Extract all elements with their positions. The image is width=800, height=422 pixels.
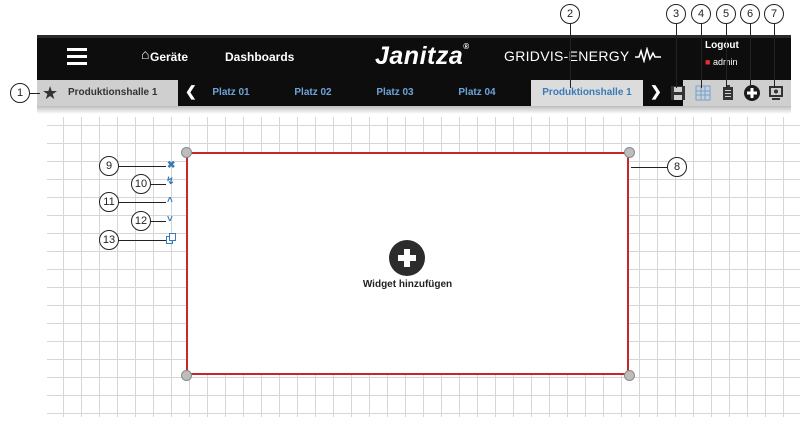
janitza-logo: Janitza® — [375, 42, 470, 70]
callout-8: 8 — [667, 157, 687, 177]
callout-4-leader — [701, 22, 702, 88]
nav-dashboards-link[interactable]: Dashboards — [225, 50, 294, 64]
tab-scroll-right-icon[interactable]: ❯ — [650, 83, 662, 100]
callout-2-leader — [570, 22, 571, 88]
clipboard-icon[interactable] — [720, 85, 736, 101]
callout-3-leader — [676, 22, 677, 88]
tab-platz-04[interactable]: Platz 04 — [452, 80, 502, 106]
callout-13: 13 — [99, 230, 119, 250]
callout-10-leader — [150, 184, 166, 185]
logout-link[interactable]: Logout — [705, 40, 739, 51]
callout-2: 2 — [560, 4, 580, 24]
tab-platz-03[interactable]: Platz 03 — [370, 80, 420, 106]
add-widget-icon[interactable] — [744, 85, 760, 101]
callout-13-leader — [118, 240, 166, 241]
callout-10: 10 — [131, 174, 151, 194]
energy-wave-icon — [635, 47, 661, 63]
tab-scroll-left-icon[interactable]: ❮ — [185, 83, 197, 100]
topbar-shade — [37, 35, 791, 38]
wrench-icon[interactable]: ↯ — [166, 176, 174, 187]
callout-5-leader — [726, 22, 727, 88]
callout-3: 3 — [666, 4, 686, 24]
callout-6: 6 — [740, 4, 760, 24]
user-icon: ■ — [705, 57, 711, 67]
dashboard-tab-bar: ★ Produktionshalle 1 ❮ Platz 01 Platz 02… — [37, 80, 791, 106]
product-name: GRIDVIS-ENERGY — [504, 48, 630, 64]
move-up-icon[interactable]: ˄ — [167, 195, 173, 206]
callout-7-leader — [774, 22, 775, 88]
resize-handle-bottom-right[interactable] — [624, 370, 635, 381]
callout-12: 12 — [131, 211, 151, 231]
resize-handle-bottom-left[interactable] — [181, 370, 192, 381]
current-user: ■ admin — [705, 57, 737, 67]
callout-4: 4 — [691, 4, 711, 24]
callout-9: 9 — [99, 156, 119, 176]
tabbar-shadow — [37, 106, 791, 114]
grid-icon[interactable] — [695, 85, 711, 101]
tab-produktionshalle-1[interactable]: Produktionshalle 1 — [531, 80, 643, 106]
callout-6-leader — [750, 22, 751, 88]
callout-11: 11 — [99, 192, 119, 212]
tab-platz-02[interactable]: Platz 02 — [288, 80, 338, 106]
save-icon[interactable] — [670, 85, 686, 101]
home-icon[interactable]: ⌂ — [141, 46, 149, 62]
tab-platz-01[interactable]: Platz 01 — [206, 80, 256, 106]
hamburger-menu-icon[interactable] — [67, 48, 87, 65]
callout-9-leader — [118, 166, 166, 167]
callout-12-leader — [150, 221, 166, 222]
resize-handle-top-right[interactable] — [624, 147, 635, 158]
callout-1: 1 — [10, 83, 30, 103]
callout-5: 5 — [716, 4, 736, 24]
callout-8-leader — [631, 167, 667, 168]
nav-devices-link[interactable]: Geräte — [150, 50, 188, 64]
close-icon[interactable]: ✖ — [167, 160, 175, 171]
tab-strip: ❮ Platz 01 Platz 02 Platz 03 Platz 04 Pr… — [178, 80, 683, 106]
favorite-star-icon[interactable]: ★ — [42, 83, 58, 103]
callout-11-leader — [118, 202, 166, 203]
add-widget-label[interactable]: Widget hinzufügen — [330, 279, 485, 290]
copy-icon[interactable] — [166, 233, 177, 244]
callout-7: 7 — [764, 4, 784, 24]
resize-handle-top-left[interactable] — [181, 147, 192, 158]
callout-1-leader — [30, 93, 40, 94]
add-widget-button[interactable] — [389, 240, 425, 276]
top-navigation-bar: ⌂ Geräte Dashboards Janitza® GRIDVIS-ENE… — [37, 35, 791, 80]
presentation-icon[interactable] — [768, 85, 784, 101]
move-down-icon[interactable]: ˅ — [167, 214, 173, 225]
home-dashboard-label[interactable]: Produktionshalle 1 — [68, 87, 157, 98]
